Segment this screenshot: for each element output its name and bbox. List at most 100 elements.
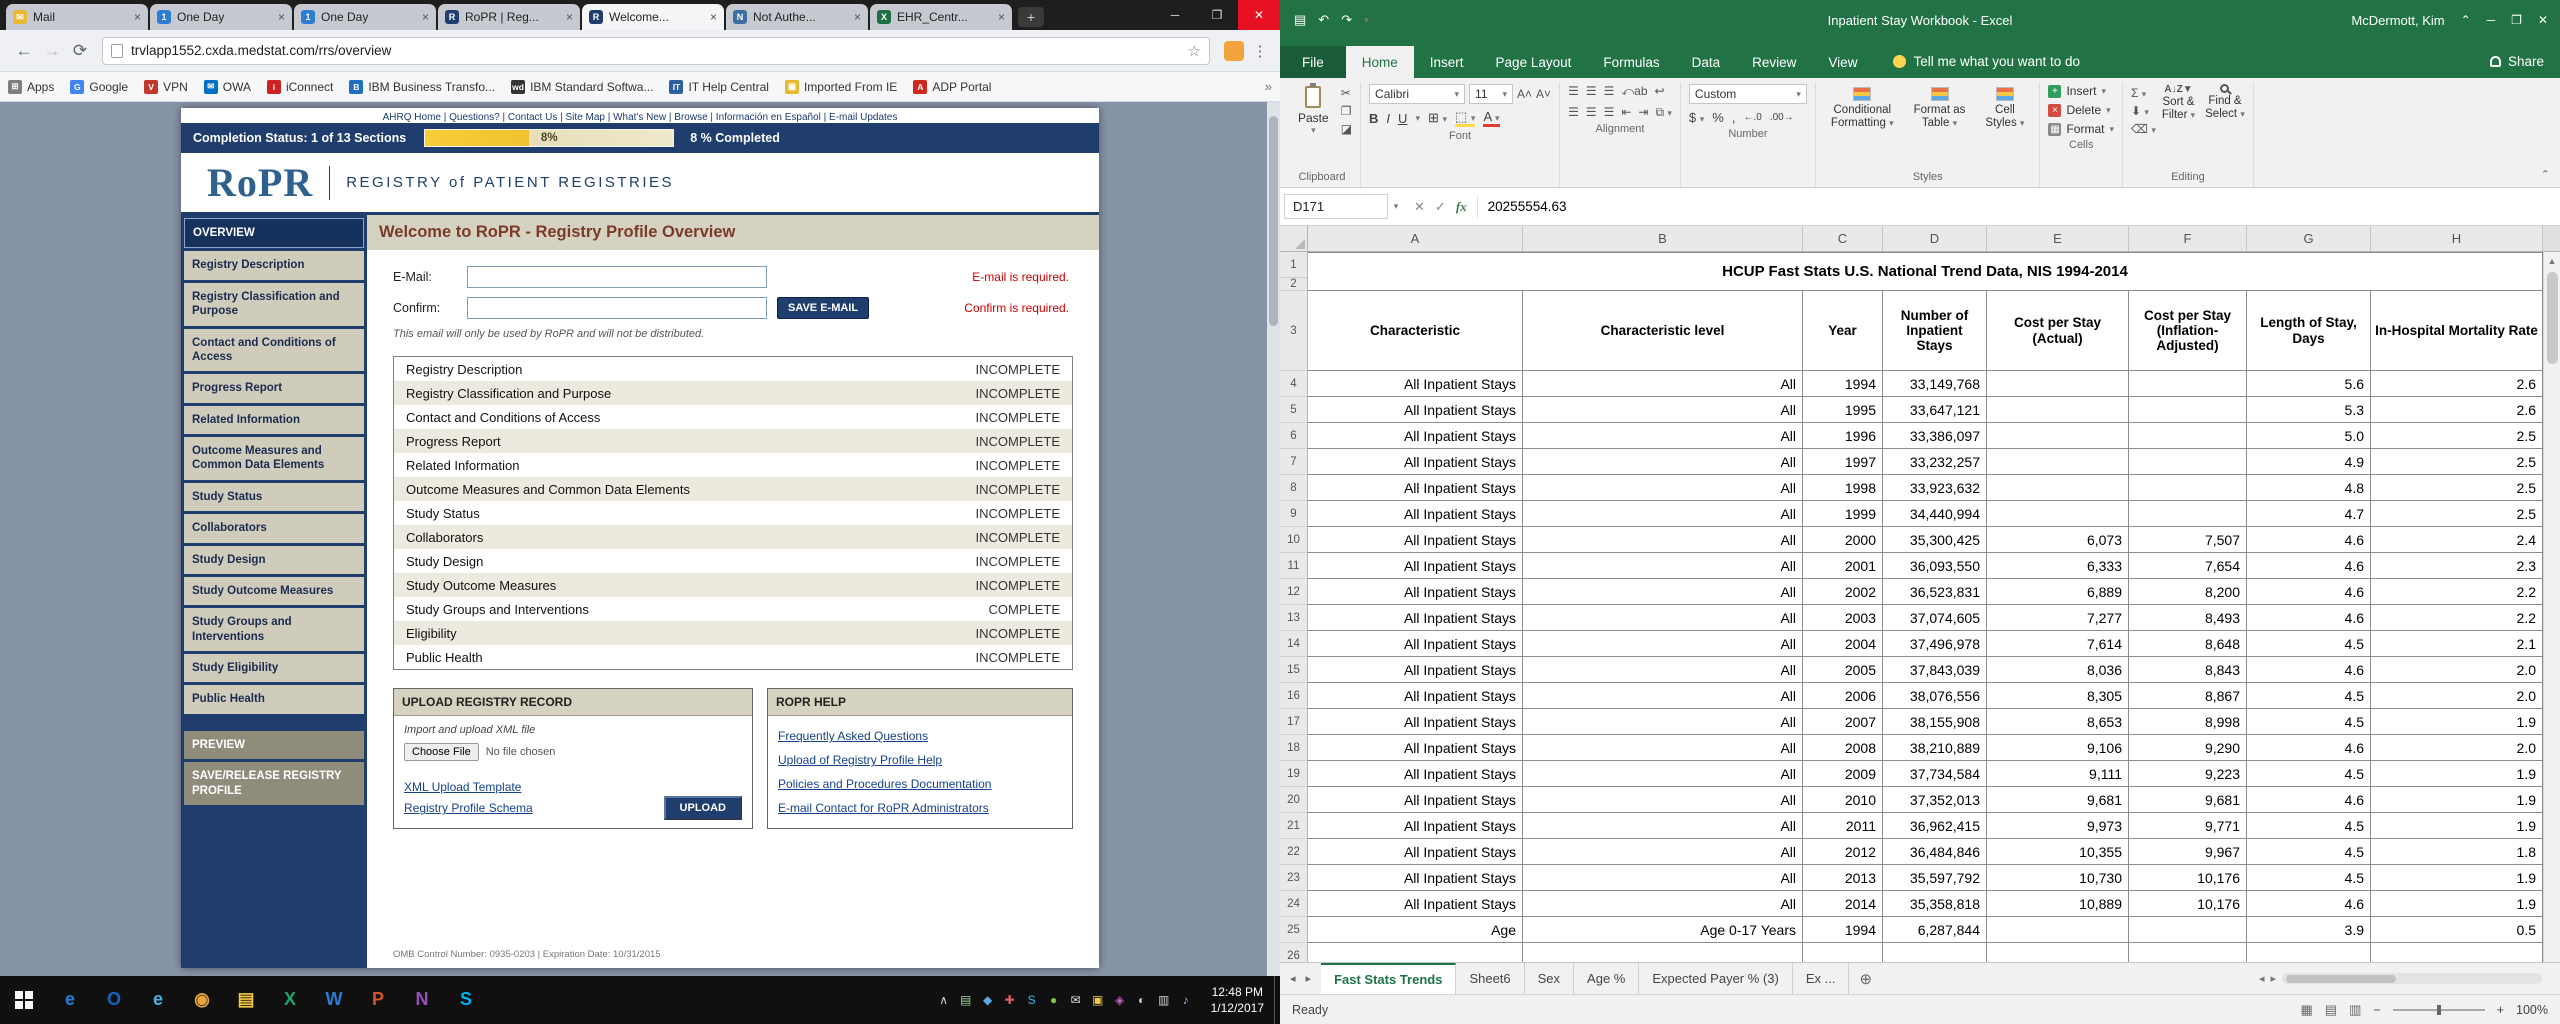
paste-button[interactable]: Paste ▾ <box>1292 84 1335 138</box>
cell[interactable]: All <box>1523 683 1803 709</box>
cell[interactable]: 2.2 <box>2371 605 2543 631</box>
tray-icon[interactable]: S <box>1025 993 1039 1007</box>
cell[interactable]: 2.5 <box>2371 475 2543 501</box>
cell[interactable]: 4.5 <box>2247 839 2371 865</box>
decrease-decimal-icon[interactable]: .00→ <box>1770 112 1794 123</box>
cell[interactable]: All <box>1523 761 1803 787</box>
close-button[interactable]: ✕ <box>2538 13 2548 27</box>
orientation-icon[interactable]: ⤺ab <box>1621 84 1647 99</box>
cell[interactable]: All <box>1523 709 1803 735</box>
cell[interactable]: Cost per Stay (Inflation-Adjusted) <box>2129 291 2247 371</box>
sidebar-item[interactable]: Registry Classification and Purpose <box>184 283 364 326</box>
cell[interactable] <box>1987 449 2129 475</box>
decrease-indent-icon[interactable]: ⇤ <box>1621 105 1631 120</box>
row-number[interactable]: 25 <box>1280 917 1307 943</box>
browser-tab[interactable]: X EHR_Centr... × <box>870 4 1012 30</box>
format-as-table-button[interactable]: Format as Table ▾ <box>1907 84 1973 133</box>
cell[interactable]: 2000 <box>1803 527 1883 553</box>
increase-indent-icon[interactable]: ⇥ <box>1638 105 1648 120</box>
cell[interactable]: 5.0 <box>2247 423 2371 449</box>
tab-close-icon[interactable]: × <box>566 10 573 24</box>
bookmark-item[interactable]: ✉ OWA <box>204 80 251 94</box>
cell[interactable]: 1999 <box>1803 501 1883 527</box>
new-tab-button[interactable]: + <box>1018 7 1044 27</box>
section-row[interactable]: Public Health INCOMPLETE <box>394 645 1072 669</box>
tab-close-icon[interactable]: × <box>710 10 717 24</box>
sidebar-item[interactable]: PREVIEW <box>184 731 364 759</box>
sheet-title-cell[interactable]: HCUP Fast Stats U.S. National Trend Data… <box>1308 252 2543 291</box>
bookmark-item[interactable]: B IBM Business Transfo... <box>349 80 495 94</box>
xml-upload-template-link[interactable]: XML Upload Template <box>404 777 533 799</box>
cell[interactable]: All <box>1523 735 1803 761</box>
save-email-button[interactable]: SAVE E-MAIL <box>777 297 869 319</box>
sheet-tab[interactable]: Age % <box>1574 963 1639 994</box>
bookmark-item[interactable]: G Google <box>70 80 128 94</box>
cell[interactable]: All <box>1523 657 1803 683</box>
cell[interactable]: All Inpatient Stays <box>1308 527 1523 553</box>
cell[interactable]: 4.6 <box>2247 891 2371 917</box>
cell[interactable]: 1.9 <box>2371 813 2543 839</box>
redo-icon[interactable]: ↷ <box>1341 12 1352 28</box>
cell[interactable]: All <box>1523 423 1803 449</box>
align-right-icon[interactable]: ☰ <box>1604 105 1615 120</box>
close-button[interactable]: ✕ <box>1238 0 1280 30</box>
cell[interactable]: All Inpatient Stays <box>1308 501 1523 527</box>
cell[interactable] <box>1987 475 2129 501</box>
cell[interactable]: 1.9 <box>2371 865 2543 891</box>
cell[interactable]: All Inpatient Stays <box>1308 553 1523 579</box>
cancel-icon[interactable]: ✕ <box>1414 199 1425 215</box>
section-row[interactable]: Contact and Conditions of Access INCOMPL… <box>394 405 1072 429</box>
cell[interactable]: 2003 <box>1803 605 1883 631</box>
formula-input[interactable]: 20255554.63 <box>1477 195 2560 218</box>
column-header[interactable]: G <box>2247 226 2371 251</box>
section-row[interactable]: Study Outcome Measures INCOMPLETE <box>394 573 1072 597</box>
cell[interactable]: 2010 <box>1803 787 1883 813</box>
cell[interactable]: All Inpatient Stays <box>1308 839 1523 865</box>
tray-icon[interactable]: ● <box>1047 993 1061 1007</box>
cell[interactable]: 4.6 <box>2247 579 2371 605</box>
help-link[interactable]: Upload of Registry Profile Help <box>778 748 1062 772</box>
browser-tab[interactable]: N Not Authe... × <box>726 4 868 30</box>
cell[interactable]: 4.6 <box>2247 787 2371 813</box>
cell[interactable]: 1995 <box>1803 397 1883 423</box>
column-header[interactable]: H <box>2371 226 2543 251</box>
browser-tab[interactable]: 1 One Day × <box>294 4 436 30</box>
horizontal-scrollbar[interactable]: ◂ ▸ <box>2259 963 2560 994</box>
cell[interactable]: 2002 <box>1803 579 1883 605</box>
cell[interactable]: All Inpatient Stays <box>1308 891 1523 917</box>
row-number[interactable]: 13 <box>1280 605 1307 631</box>
normal-view-icon[interactable]: ▦ <box>2301 1002 2313 1018</box>
cell[interactable]: 2.5 <box>2371 449 2543 475</box>
bookmark-item[interactable]: V VPN <box>144 80 188 94</box>
section-row[interactable]: Outcome Measures and Common Data Element… <box>394 477 1072 501</box>
section-row[interactable]: Progress Report INCOMPLETE <box>394 429 1072 453</box>
tab-close-icon[interactable]: × <box>854 10 861 24</box>
row-number[interactable]: 16 <box>1280 683 1307 709</box>
ribbon-tab[interactable]: Formulas <box>1587 46 1675 78</box>
row-number[interactable]: 12 <box>1280 579 1307 605</box>
browser-tab[interactable]: ✉ Mail × <box>6 4 148 30</box>
cell[interactable]: 5.6 <box>2247 371 2371 397</box>
browser-tab[interactable]: R RoPR | Reg... × <box>438 4 580 30</box>
cut-icon[interactable]: ✂ <box>1341 86 1352 100</box>
tab-close-icon[interactable]: × <box>278 10 285 24</box>
cell[interactable]: 9,223 <box>2129 761 2247 787</box>
bookmark-item[interactable]: A ADP Portal <box>913 80 991 94</box>
cell[interactable]: 2009 <box>1803 761 1883 787</box>
cell[interactable]: All Inpatient Stays <box>1308 475 1523 501</box>
cell[interactable]: 9,681 <box>2129 787 2247 813</box>
tab-close-icon[interactable]: × <box>134 10 141 24</box>
sidebar-item[interactable]: Related Information <box>184 406 364 434</box>
cell[interactable]: 9,681 <box>1987 787 2129 813</box>
zoom-slider[interactable] <box>2393 1009 2485 1011</box>
cell[interactable]: 6,889 <box>1987 579 2129 605</box>
cell[interactable]: Year <box>1803 291 1883 371</box>
taskbar-app-icon[interactable]: S <box>444 976 488 1024</box>
cell[interactable]: All Inpatient Stays <box>1308 787 1523 813</box>
cell[interactable]: All Inpatient Stays <box>1308 371 1523 397</box>
section-name[interactable]: Collaborators <box>406 530 483 545</box>
underline-dropdown-icon[interactable]: ▾ <box>1415 113 1420 124</box>
row-number[interactable]: 20 <box>1280 787 1307 813</box>
row-number[interactable]: 23 <box>1280 865 1307 891</box>
align-left-icon[interactable]: ☰ <box>1568 105 1579 120</box>
